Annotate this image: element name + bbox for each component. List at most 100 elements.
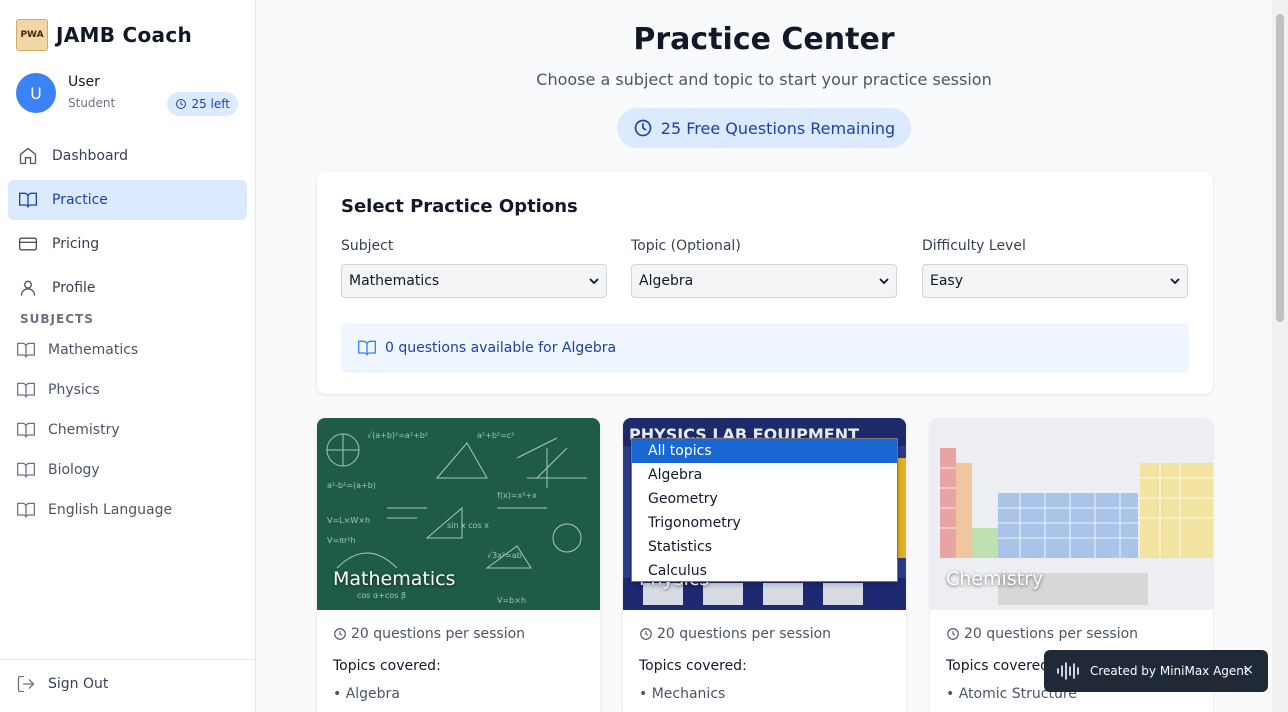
log-out-icon <box>17 675 35 693</box>
page-subtitle: Choose a subject and topic to start your… <box>536 70 992 89</box>
topic-dropdown-list: All topics Algebra Geometry Trigonometry… <box>631 438 898 582</box>
dropdown-option[interactable]: Algebra <box>632 463 897 487</box>
page-title: Practice Center <box>633 22 895 57</box>
sidebar-item-biology[interactable]: Biology <box>16 458 100 482</box>
sidebar-item-label: Biology <box>48 462 100 478</box>
sidebar-item-label: Mathematics <box>48 342 139 358</box>
chemistry-card-image: Chemistry <box>930 418 1213 610</box>
dropdown-option[interactable]: Geometry <box>632 487 897 511</box>
main-content: Practice Center Choose a subject and top… <box>256 0 1272 712</box>
subject-label: Subject <box>341 238 394 254</box>
svg-text:V=L×W×h: V=L×W×h <box>327 516 370 525</box>
book-open-icon <box>17 342 35 358</box>
svg-text:a²-b²=(a+b): a²-b²=(a+b) <box>327 481 376 490</box>
sign-out-label: Sign Out <box>48 676 109 692</box>
svg-text:V=πr²h: V=πr²h <box>327 536 356 545</box>
nav-label: Profile <box>52 280 96 296</box>
difficulty-select[interactable]: Easy <box>922 264 1188 298</box>
sidebar-item-label: Physics <box>48 382 100 398</box>
sign-out-button[interactable]: Sign Out <box>16 674 108 694</box>
subject-select-value: Mathematics <box>349 273 440 289</box>
svg-text:cos α+cos β: cos α+cos β <box>357 591 406 600</box>
close-icon[interactable]: × <box>1242 662 1254 678</box>
svg-text:a²+b²=c²: a²+b²=c² <box>477 431 514 440</box>
app-logo: PWA <box>16 19 48 51</box>
svg-text:√3x²=ab: √3x²=ab <box>487 551 522 560</box>
difficulty-select-value: Easy <box>930 273 964 289</box>
card-topics-label: Topics covered: <box>946 658 1054 674</box>
user-icon <box>20 280 36 296</box>
practice-options-card: Select Practice Options Subject Mathemat… <box>317 172 1213 394</box>
sidebar-item-chemistry[interactable]: Chemistry <box>16 418 120 442</box>
card-topics-label: Topics covered: <box>333 658 441 674</box>
credits-badge: 25 left <box>167 92 238 116</box>
page-scrollbar[interactable] <box>1272 0 1288 712</box>
nav-pricing[interactable]: Pricing <box>8 224 247 264</box>
svg-text:sin x cos x: sin x cos x <box>447 521 489 530</box>
sidebar-item-label: English Language <box>48 502 173 518</box>
sidebar-item-physics[interactable]: Physics <box>16 378 100 402</box>
card-meta-text: 20 questions per session <box>351 626 526 642</box>
remaining-questions-badge: 25 Free Questions Remaining <box>617 108 911 148</box>
clock-icon <box>640 628 652 640</box>
difficulty-label: Difficulty Level <box>922 238 1026 254</box>
svg-text:f(x)=x³+x: f(x)=x³+x <box>497 491 537 500</box>
home-icon <box>19 147 37 165</box>
book-open-icon <box>17 502 35 518</box>
avatar: U <box>16 73 56 113</box>
card-meta-text: 20 questions per session <box>657 626 832 642</box>
card-title: Chemistry <box>946 568 1044 590</box>
topic-label: Topic (Optional) <box>631 238 741 254</box>
card-meta: 20 questions per session <box>946 626 1138 642</box>
clock-icon <box>334 628 346 640</box>
sidebar-footer: Sign Out <box>0 659 255 712</box>
brand[interactable]: PWA JAMB Coach <box>16 19 192 51</box>
card-topic: • Mechanics <box>639 686 726 702</box>
nav-label: Practice <box>52 192 108 208</box>
dropdown-option[interactable]: Calculus <box>632 559 897 583</box>
dropdown-option[interactable]: All topics <box>632 439 897 463</box>
card-meta: 20 questions per session <box>333 626 525 642</box>
svg-text:√(a+b)²=a²+b²: √(a+b)²=a²+b² <box>367 431 428 440</box>
card-topic: • Algebra <box>333 686 400 702</box>
subjects-heading: SUBJECTS <box>20 312 94 326</box>
credits-text: 25 left <box>191 97 230 111</box>
nav-practice[interactable]: Practice <box>8 180 247 220</box>
card-topics-label: Topics covered: <box>639 658 747 674</box>
subject-card-mathematics[interactable]: √(a+b)²=a²+b² a²+b²=c² a²-b²=(a+b) f(x)=x³… <box>317 418 600 712</box>
nav-label: Dashboard <box>52 148 128 164</box>
credit-card-icon <box>19 237 37 251</box>
sidebar-item-mathematics[interactable]: Mathematics <box>16 338 138 362</box>
sidebar: PWA JAMB Coach U User Student 25 left Da… <box>0 0 256 712</box>
chevron-down-icon <box>589 278 599 285</box>
clock-icon <box>634 119 652 137</box>
nav-dashboard[interactable]: Dashboard <box>8 136 247 176</box>
dropdown-option[interactable]: Statistics <box>632 535 897 559</box>
sidebar-item-label: Chemistry <box>48 422 120 438</box>
nav-profile[interactable]: Profile <box>8 268 247 308</box>
app-name: JAMB Coach <box>56 23 193 47</box>
subject-select[interactable]: Mathematics <box>341 264 607 298</box>
user-name: User <box>68 74 100 90</box>
dropdown-option[interactable]: Trigonometry <box>632 511 897 535</box>
user-role: Student <box>68 96 116 110</box>
card-meta: 20 questions per session <box>639 626 831 642</box>
clock-icon <box>947 628 959 640</box>
questions-available-text: 0 questions available for Algebra <box>385 340 617 356</box>
user-summary: U User Student 25 left <box>16 73 240 116</box>
book-open-icon <box>17 462 35 478</box>
scrollbar-thumb[interactable] <box>1276 14 1284 322</box>
card-meta-text: 20 questions per session <box>964 626 1139 642</box>
clock-icon <box>176 99 187 109</box>
chevron-down-icon <box>1170 278 1180 285</box>
audio-wave-icon <box>1057 662 1079 680</box>
book-open-icon <box>19 192 37 208</box>
mathematics-card-image: √(a+b)²=a²+b² a²+b²=c² a²-b²=(a+b) f(x)=x³… <box>317 418 600 610</box>
book-open-icon <box>358 340 376 356</box>
nav-label: Pricing <box>52 236 100 252</box>
sidebar-item-english-language[interactable]: English Language <box>16 498 172 522</box>
toast-text: Created by MiniMax Agent <box>1090 664 1249 678</box>
topic-select[interactable]: Algebra <box>631 264 897 298</box>
chevron-down-icon <box>879 278 889 285</box>
topic-select-value: Algebra <box>639 273 694 289</box>
